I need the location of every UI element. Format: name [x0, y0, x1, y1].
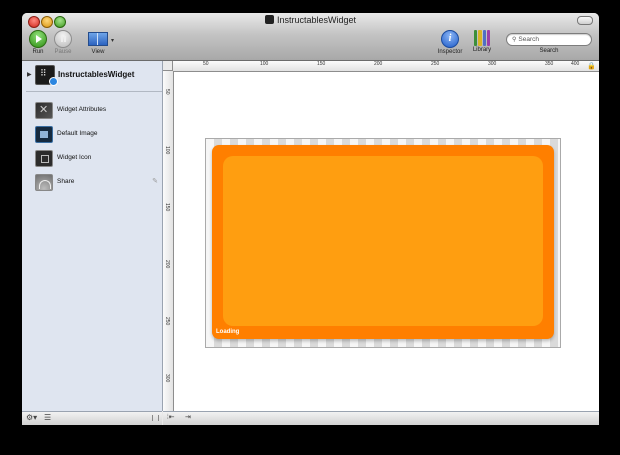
sidebar-divider: [26, 91, 162, 92]
ruler-tick-label: 250: [164, 317, 170, 326]
sidebar-item-label: Widget Icon: [57, 154, 92, 161]
inspector-label: Inspector: [437, 49, 463, 55]
project-name: InstructablesWidget: [58, 70, 135, 79]
disclosure-triangle-icon[interactable]: ▶: [27, 71, 32, 78]
sidebar-item-label: Default Image: [57, 130, 98, 137]
edit-pencil-icon: ✎: [152, 178, 158, 185]
gear-icon[interactable]: ⚙▾: [26, 413, 37, 422]
vertical-ruler: 50 100 150 200 250 300: [163, 71, 174, 411]
pause-icon: [54, 30, 72, 48]
library-label: Library: [472, 47, 492, 53]
canvas-footer: ⦙⇤ ⇥: [163, 411, 599, 425]
sidebar-item-label: Share: [57, 178, 75, 185]
ruler-tick-label: 100: [164, 146, 170, 155]
project-badge-icon: [49, 77, 58, 86]
ruler-tick-label: 50: [203, 61, 209, 67]
lock-icon[interactable]: 🔒: [587, 62, 596, 70]
search-placeholder: Search: [518, 36, 540, 43]
share-icon: [35, 174, 53, 191]
ruler-tick-label: 200: [374, 61, 383, 67]
ruler-tick-label: 150: [164, 203, 170, 212]
list-icon[interactable]: ☰: [44, 413, 51, 422]
widget-attributes-icon: [35, 102, 53, 119]
indent-icon[interactable]: ⇥: [185, 413, 191, 421]
ruler-corner: [163, 61, 173, 71]
ruler-tick-label: 100: [260, 61, 269, 67]
inspector-button[interactable]: i Inspector: [434, 30, 466, 55]
sidebar-item-label: Widget Attributes: [57, 106, 107, 113]
info-icon: i: [441, 30, 459, 48]
ruler-tick-label: 150: [317, 61, 326, 67]
ruler-tick-label: 300: [488, 61, 497, 67]
widget-preview-frame[interactable]: Loading: [205, 138, 561, 348]
sidebar-item-widget-icon[interactable]: Widget Icon: [22, 148, 162, 170]
ruler-tick-label: 250: [431, 61, 440, 67]
design-canvas[interactable]: Loading: [174, 72, 599, 411]
search-input[interactable]: ⚲ Search: [506, 33, 592, 46]
run-label: Run: [32, 49, 44, 55]
window-title: InstructablesWidget: [22, 15, 599, 25]
toolbar-toggle-button[interactable]: [577, 16, 593, 25]
sidebar-item-default-image[interactable]: Default Image: [22, 124, 162, 146]
view-layout-icon: [88, 32, 108, 46]
view-label: View: [91, 49, 105, 55]
sidebar: ▶ InstructablesWidget Widget Attributes …: [22, 61, 163, 411]
horizontal-ruler: 50 100 150 200 250 300 350 400 🔒: [173, 61, 599, 72]
resize-grip-icon[interactable]: [152, 415, 159, 421]
ruler-tick-label: 300: [164, 374, 170, 383]
ruler-tick-label: 350: [545, 61, 554, 67]
title-bar: InstructablesWidget Run Pause ▾ View i I…: [22, 13, 599, 61]
search-icon: ⚲: [512, 37, 517, 43]
default-image-icon: [35, 126, 53, 143]
canvas-area: 50 100 150 200 250 300 350 400 🔒 50 100 …: [163, 61, 599, 425]
project-item[interactable]: ▶ InstructablesWidget: [22, 61, 162, 91]
play-icon: [29, 30, 47, 48]
search-label: Search: [539, 48, 559, 54]
widget-status-text: Loading: [216, 329, 240, 335]
library-button[interactable]: Library: [469, 30, 495, 53]
sidebar-footer: ⚙▾ ☰: [22, 411, 162, 425]
ruler-tick-label: 50: [164, 89, 170, 95]
document-icon: [264, 15, 274, 24]
widget-icon-icon: [35, 150, 53, 167]
pause-button[interactable]: Pause: [52, 30, 74, 55]
view-button[interactable]: ▾ View: [87, 30, 114, 55]
ruler-tick-label: 200: [164, 260, 170, 269]
app-window: InstructablesWidget Run Pause ▾ View i I…: [22, 13, 599, 425]
sidebar-item-widget-attributes[interactable]: Widget Attributes: [22, 100, 162, 122]
widget-content-area[interactable]: [223, 156, 543, 326]
widget-background[interactable]: Loading: [212, 145, 554, 339]
sidebar-item-share[interactable]: Share ✎: [22, 172, 162, 194]
collapse-sidebar-icon[interactable]: ⦙⇤: [167, 413, 174, 422]
library-books-icon: [474, 30, 490, 46]
pause-label: Pause: [54, 49, 72, 55]
run-button[interactable]: Run: [29, 30, 47, 55]
window-title-text: InstructablesWidget: [276, 15, 357, 25]
chevron-down-icon: ▾: [110, 38, 114, 44]
ruler-tick-label: 400: [571, 61, 580, 67]
